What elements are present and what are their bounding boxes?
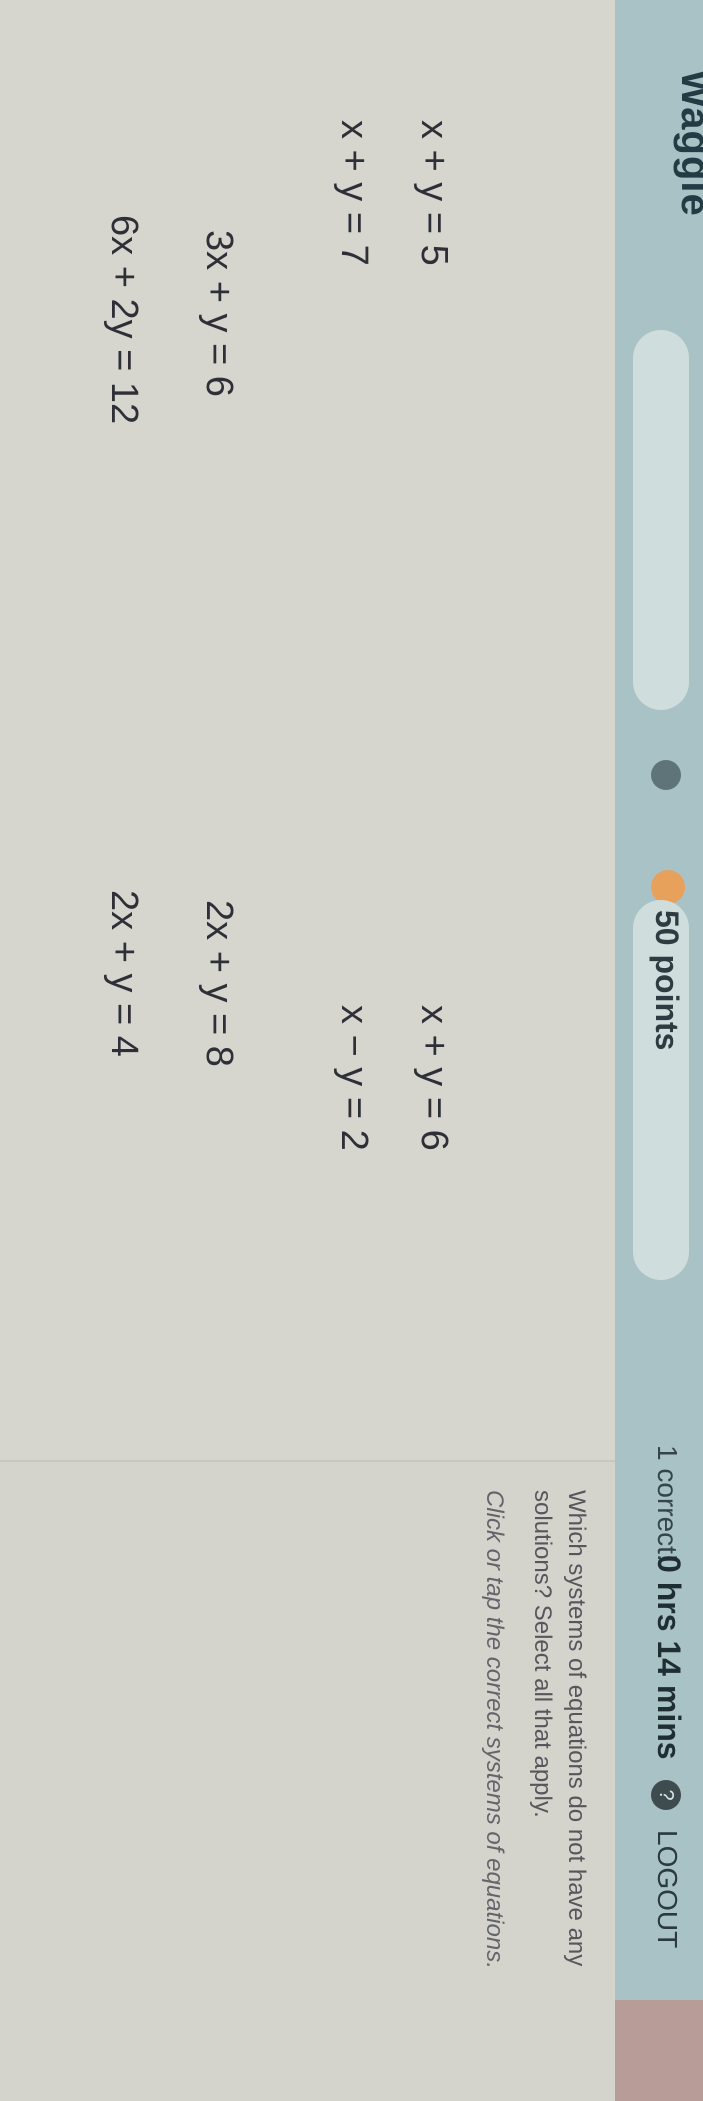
plus-points-icon [651, 870, 685, 904]
option-4-equation-1: 6x + 2y = 12 [103, 215, 145, 425]
timer: 0 hrs 14 mins [651, 1555, 687, 1760]
answer-options: x + y = 5 x + y = 6 x + y = 7 x − y = 2 … [0, 0, 615, 1460]
option-1-equation-1: x + y = 5 [413, 120, 455, 266]
panel-divider [0, 1460, 615, 1462]
logout-button[interactable]: LOGOUT [651, 1830, 683, 1948]
correct-count: 1 correct! [652, 1445, 683, 1562]
corner-tab [615, 2000, 703, 2101]
status-dot-icon [651, 760, 681, 790]
progress-pill [633, 330, 689, 710]
question-page: Waggle 50 points 1 correct! 0 hrs 14 min… [0, 0, 703, 2101]
option-2-equation-2: x − y = 2 [333, 1005, 375, 1151]
points-label: 50 points [649, 910, 685, 1051]
top-bar: Waggle 50 points 1 correct! 0 hrs 14 min… [615, 0, 703, 2101]
option-2-equation-1: x + y = 7 [333, 120, 375, 266]
option-3-equation-1: 3x + y = 6 [198, 230, 240, 397]
help-icon[interactable]: ? [651, 1780, 681, 1810]
screen: Waggle 50 points 1 correct! 0 hrs 14 min… [0, 0, 703, 2101]
option-3-equation-2: 2x + y = 8 [198, 900, 240, 1067]
option-4-equation-2: 2x + y = 4 [103, 890, 145, 1057]
instructions-panel: Which systems of equations do not have a… [463, 1490, 593, 2050]
brand-logo: Waggle [673, 70, 703, 217]
question-prompt: Which systems of equations do not have a… [529, 1490, 590, 1967]
question-hint: Click or tap the correct systems of equa… [481, 1490, 508, 1969]
option-1-equation-2: x + y = 6 [413, 1005, 455, 1151]
